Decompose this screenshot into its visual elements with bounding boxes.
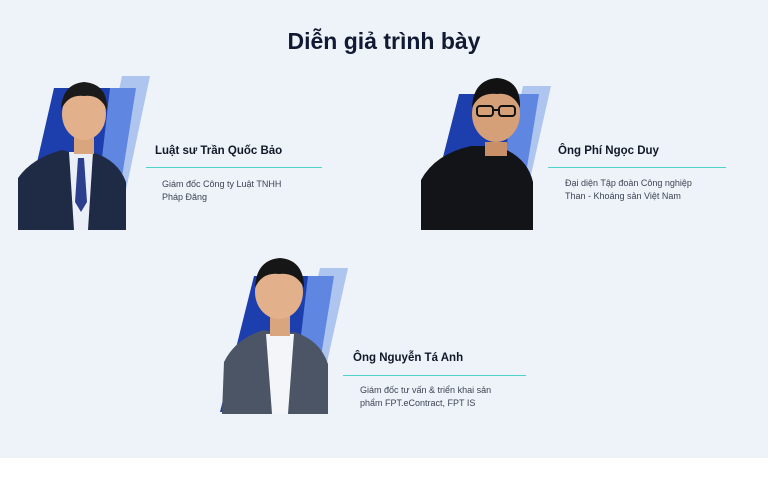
speaker-name-3: Ông Nguyễn Tá Anh — [353, 352, 464, 364]
speaker-name-1: Luật sư Trần Quốc Bảo — [155, 145, 283, 157]
speaker-role-line: phẩm FPT.eContract, FPT IS — [360, 398, 476, 408]
speaker-role-line: Đại diện Tập đoàn Công nghiệp — [565, 178, 692, 188]
speaker-role-2: Đại diện Tập đoàn Công nghiệp Than - Kho… — [565, 177, 692, 203]
speaker-role-3: Giám đốc tư vấn & triển khai sản phẩm FP… — [360, 384, 491, 410]
speaker-divider-3 — [343, 375, 526, 376]
speaker-photo-2 — [415, 70, 555, 230]
speaker-role-line: Pháp Đăng — [162, 192, 208, 202]
speaker-role-line: Giám đốc tư vấn & triển khai sản — [360, 385, 492, 395]
speaker-divider-2 — [548, 167, 726, 168]
speaker-role-1: Giám đốc Công ty Luật TNHH Pháp Đăng — [162, 178, 281, 204]
speaker-photo-1 — [14, 70, 154, 230]
speaker-role-line: Giám đốc Công ty Luật TNHH — [162, 179, 282, 189]
speaker-role-line: Than - Khoáng sản Việt Nam — [565, 191, 681, 201]
speaker-divider-1 — [146, 167, 322, 168]
section-title: Diễn giả trình bày — [287, 28, 481, 54]
speakers-section: Diễn giả trình bày Luật sư Trần Quốc Bảo — [0, 0, 768, 458]
speaker-name-2: Ông Phí Ngọc Duy — [558, 145, 659, 157]
speaker-photo-3 — [212, 254, 352, 414]
